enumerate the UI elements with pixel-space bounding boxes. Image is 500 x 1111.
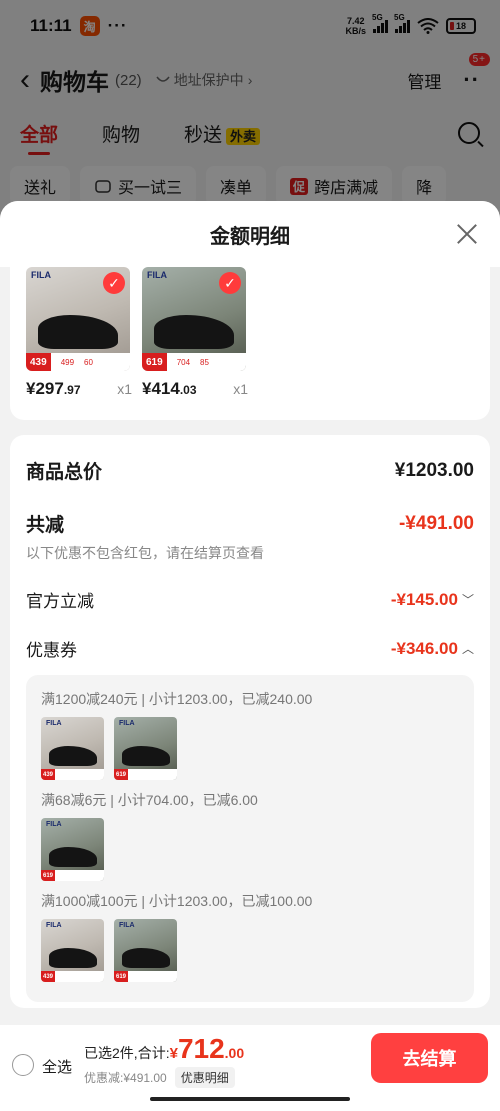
total-price-row: 商品总价 ¥1203.00	[26, 459, 474, 484]
coupon-title: 满68减6元 | 小计704.00，已减6.00	[41, 792, 258, 808]
home-indicator	[150, 1097, 350, 1101]
sheet-title: 金额明细	[210, 225, 290, 248]
close-icon[interactable]	[456, 223, 478, 245]
product-item[interactable]: FILA ✓ 439 499 60 ¥297.97 x1	[26, 267, 132, 420]
official-discount-value: -¥145.00	[390, 589, 458, 609]
products-card: FILA ✓ 439 499 60 ¥297.97 x1 FILA ✓ 619 …	[10, 267, 490, 420]
coupon-value: -¥346.00	[390, 638, 458, 658]
coupon-title: 满1200减240元 | 小计1203.00，已减240.00	[41, 691, 313, 707]
product-price: ¥297.97	[26, 379, 81, 398]
official-discount-row[interactable]: 官方立减 -¥145.00 ﹀	[26, 587, 474, 612]
product-item[interactable]: FILA ✓ 619 704 85 ¥414.03 x1	[142, 267, 248, 420]
select-all-radio[interactable]	[12, 1054, 34, 1076]
product-image: FILA ✓ 439 499 60	[26, 267, 130, 371]
sheet-header: 金额明细	[0, 201, 500, 267]
coupon-row[interactable]: 优惠券 -¥346.00 ︿	[26, 636, 474, 661]
total-reduction-row: 共减 -¥491.00	[26, 512, 474, 537]
check-icon: ✓	[219, 272, 241, 294]
coupon-product-thumb: FILA 619	[114, 717, 177, 780]
coupon-title: 满1000减100元 | 小计1203.00，已减100.00	[41, 893, 313, 909]
chevron-up-icon: ︿	[461, 642, 474, 656]
select-all-label[interactable]: 全选	[42, 1056, 72, 1077]
coupon-product-thumb: FILA 439	[41, 919, 104, 982]
product-price: ¥414.03	[142, 379, 197, 398]
discount-note: 以下优惠不包含红包，请在结算页查看	[26, 545, 264, 561]
grand-total: 712	[177, 1033, 225, 1064]
amount-detail-sheet: 金额明细 FILA ✓ 439 499 60 ¥297.97 x1 FILA ✓…	[0, 201, 500, 1111]
checkout-bar: 全选 已选2件,合计: ¥ 712 .00 优惠减:¥491.00 优惠明细 去…	[0, 1025, 500, 1111]
total-price-value: ¥1203.00	[394, 459, 474, 481]
product-image: FILA ✓ 619 704 85	[142, 267, 246, 371]
coupon-breakdown: 满1200减240元 | 小计1203.00，已减240.00 FILA 439…	[26, 675, 474, 1002]
fila-logo: FILA	[31, 270, 51, 280]
chevron-down-icon: ﹀	[461, 593, 474, 607]
summary-block: 已选2件,合计: ¥ 712 .00 优惠减:¥491.00 优惠明细	[84, 1033, 244, 1088]
selected-count: 已选2件,合计:	[84, 1045, 170, 1061]
check-icon: ✓	[103, 272, 125, 294]
fila-logo: FILA	[147, 270, 167, 280]
product-quantity: x1	[117, 381, 132, 397]
discount-summary: 优惠减:¥491.00	[84, 1071, 167, 1085]
checkout-button[interactable]: 去结算	[371, 1033, 488, 1083]
total-reduction-value: -¥491.00	[398, 512, 474, 534]
product-quantity: x1	[233, 381, 248, 397]
coupon-product-thumb: FILA 439	[41, 717, 104, 780]
discount-detail-button[interactable]: 优惠明细	[174, 1067, 235, 1088]
coupon-product-thumb: FILA 619	[41, 818, 104, 881]
coupon-product-thumb: FILA 619	[114, 919, 177, 982]
amount-detail-card: 商品总价 ¥1203.00 共减 -¥491.00 以下优惠不包含红包，请在结算…	[10, 435, 490, 1008]
